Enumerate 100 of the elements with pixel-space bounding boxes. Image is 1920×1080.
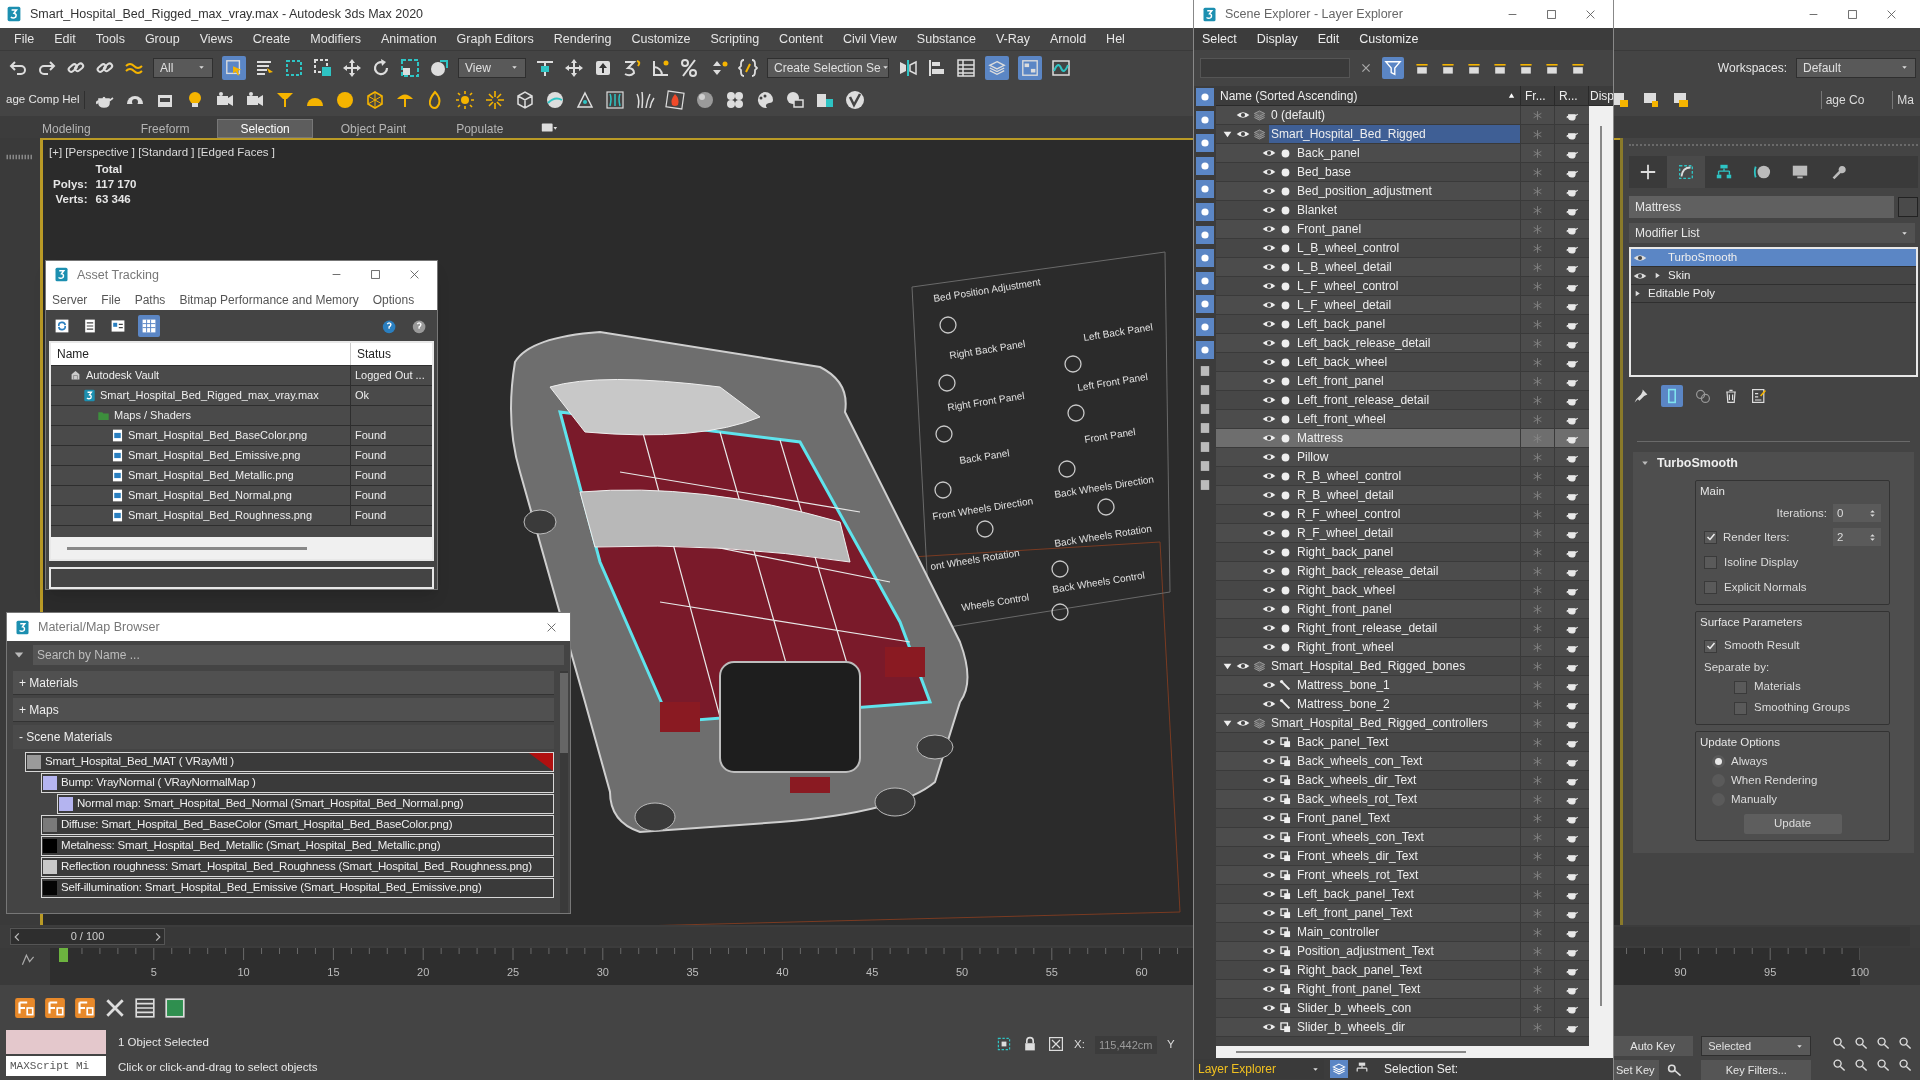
tree-row[interactable]: L_B_wheel_control bbox=[1216, 239, 1589, 258]
menu-item[interactable]: Options bbox=[372, 290, 415, 309]
tree-row[interactable]: Right_back_wheel bbox=[1216, 581, 1589, 600]
set-key-button[interactable]: Set Key bbox=[1612, 1060, 1659, 1080]
key-filters-button[interactable]: Key Filters... bbox=[1701, 1060, 1812, 1080]
tree-row[interactable]: Back_wheels_dir_Text bbox=[1216, 771, 1589, 790]
tree-row[interactable]: Left_back_panel_Text bbox=[1216, 885, 1589, 904]
menu-item[interactable]: Scripting bbox=[700, 29, 770, 49]
asset-name[interactable]: Smart_Hospital_Bed_Metallic.png bbox=[128, 467, 294, 484]
tree-row[interactable]: 0 (default) bbox=[1216, 106, 1589, 125]
tree-row[interactable]: Front_panel_Text bbox=[1216, 809, 1589, 828]
rollout-header[interactable]: TurboSmooth bbox=[1633, 452, 1914, 474]
tree-row[interactable]: Smart_Hospital_Bed_Rigged bbox=[1216, 125, 1589, 144]
maxscript-field[interactable]: MAXScript Mi bbox=[6, 1056, 106, 1076]
tree-row[interactable]: Right_front_release_detail bbox=[1216, 619, 1589, 638]
spinner-field[interactable]: 2 bbox=[1833, 528, 1881, 547]
tree-row[interactable]: Mattress_bone_2 bbox=[1216, 695, 1589, 714]
key-mode-dropdown[interactable]: Selected bbox=[1701, 1036, 1812, 1056]
tree-row[interactable]: Pillow bbox=[1216, 448, 1589, 467]
tree-row[interactable]: Left_back_panel bbox=[1216, 315, 1589, 334]
ribbon-tab[interactable]: Selection bbox=[217, 119, 313, 138]
tree-row[interactable]: Back_panel_Text bbox=[1216, 733, 1589, 752]
asset-name[interactable]: Smart_Hospital_Bed_BaseColor.png bbox=[128, 427, 308, 444]
menu-item[interactable]: File bbox=[4, 29, 45, 49]
menu-item[interactable]: Group bbox=[134, 29, 190, 49]
menu-item[interactable]: Server bbox=[52, 290, 88, 309]
menu-item[interactable]: Content bbox=[769, 29, 833, 49]
tree-row[interactable]: Right_front_wheel bbox=[1216, 638, 1589, 657]
modifier-stack-item[interactable]: Skin bbox=[1631, 267, 1916, 285]
menu-item[interactable]: Arnold bbox=[1039, 29, 1097, 49]
menu-item[interactable]: Civil View bbox=[832, 29, 907, 49]
menu-item[interactable]: Create bbox=[242, 29, 301, 49]
tree-row[interactable]: Bed_position_adjustment bbox=[1216, 182, 1589, 201]
tree-row[interactable]: Left_front_panel_Text bbox=[1216, 904, 1589, 923]
menu-item[interactable]: Views bbox=[189, 29, 243, 49]
tree-row[interactable]: Right_back_panel bbox=[1216, 543, 1589, 562]
menu-item[interactable]: Edit bbox=[44, 29, 86, 49]
tree-row[interactable]: R_F_wheel_detail bbox=[1216, 524, 1589, 543]
tree-row[interactable]: R_F_wheel_control bbox=[1216, 505, 1589, 524]
named-selection-dropdown[interactable]: Create Selection Se bbox=[767, 57, 889, 78]
selection-filter-dropdown[interactable]: All bbox=[153, 57, 213, 78]
tree-row[interactable]: Position_adjustment_Text bbox=[1216, 942, 1589, 961]
tree-row[interactable]: Right_front_panel_Text bbox=[1216, 980, 1589, 999]
modifier-list-dropdown[interactable]: Modifier List bbox=[1629, 223, 1915, 243]
tree-row[interactable]: Smart_Hospital_Bed_Rigged_bones bbox=[1216, 657, 1589, 676]
menu-item[interactable]: File bbox=[101, 290, 121, 309]
tree-row[interactable]: Left_front_release_detail bbox=[1216, 391, 1589, 410]
workspaces-dropdown[interactable]: Default bbox=[1796, 57, 1916, 78]
update-button[interactable]: Update bbox=[1743, 813, 1842, 834]
menu-item[interactable]: V-Ray bbox=[985, 29, 1040, 49]
asset-name[interactable]: Smart_Hospital_Bed_Normal.png bbox=[128, 487, 292, 504]
asset-name[interactable]: Smart_Hospital_Bed_Rigged_max_vray.max bbox=[100, 387, 319, 404]
tree-row[interactable]: Left_front_panel bbox=[1216, 372, 1589, 391]
tree-row[interactable]: L_B_wheel_detail bbox=[1216, 258, 1589, 277]
menu-item[interactable]: Rendering bbox=[543, 29, 622, 49]
menu-item[interactable]: Customize bbox=[1359, 29, 1419, 49]
tree-row[interactable]: Back_wheels_con_Text bbox=[1216, 752, 1589, 771]
menu-item[interactable]: Customize bbox=[621, 29, 701, 49]
tree-row[interactable]: Front_panel bbox=[1216, 220, 1589, 239]
menu-item[interactable]: Modifiers bbox=[300, 29, 371, 49]
asset-name[interactable]: Autodesk Vault bbox=[86, 367, 160, 384]
tree-row[interactable]: Mattress bbox=[1216, 429, 1589, 448]
tree-row[interactable]: Left_back_release_detail bbox=[1216, 334, 1589, 353]
reference-coordinate-dropdown[interactable]: View bbox=[458, 57, 526, 78]
tree-row[interactable]: Left_back_wheel bbox=[1216, 353, 1589, 372]
menu-item[interactable]: Edit bbox=[1317, 29, 1340, 49]
ribbon-tab[interactable]: Freeform bbox=[118, 119, 212, 138]
menu-item[interactable]: Select bbox=[1202, 29, 1237, 49]
modifier-stack-item[interactable]: Editable Poly bbox=[1631, 285, 1916, 303]
tree-row[interactable]: Bed_base bbox=[1216, 163, 1589, 182]
column-header[interactable]: R... bbox=[1555, 86, 1589, 105]
tree-row[interactable]: Right_back_release_detail bbox=[1216, 562, 1589, 581]
object-name-field[interactable]: Mattress bbox=[1629, 196, 1894, 218]
tree-row[interactable]: Slider_b_wheels_con bbox=[1216, 999, 1589, 1018]
tree-row[interactable]: Back_panel bbox=[1216, 144, 1589, 163]
menu-item[interactable]: Tools bbox=[85, 29, 135, 49]
x-coordinate-field[interactable]: 115,442cm bbox=[1094, 1036, 1157, 1054]
tree-row[interactable]: Front_wheels_con_Text bbox=[1216, 828, 1589, 847]
menu-item[interactable]: Bitmap Performance and Memory bbox=[179, 290, 359, 309]
menu-item[interactable]: Graph Editors bbox=[446, 29, 544, 49]
menu-item[interactable]: Paths bbox=[134, 290, 166, 309]
ribbon-tab[interactable]: Populate bbox=[434, 119, 526, 138]
viewport-label[interactable]: [+] [Perspective ] [Standard ] [Edged Faces ] bbox=[49, 144, 275, 162]
menu-item[interactable]: Animation bbox=[371, 29, 447, 49]
tree-row[interactable]: L_F_wheel_control bbox=[1216, 277, 1589, 296]
tree-row[interactable]: Main_controller bbox=[1216, 923, 1589, 942]
ribbon-tab[interactable]: Modeling bbox=[20, 119, 113, 138]
auto-key-button[interactable]: Auto Key bbox=[1612, 1036, 1694, 1056]
column-header[interactable]: Disp bbox=[1589, 86, 1613, 105]
ribbon-tab[interactable]: Object Paint bbox=[318, 119, 429, 138]
asset-name[interactable]: Smart_Hospital_Bed_Roughness.png bbox=[128, 507, 313, 524]
tree-row[interactable]: Front_wheels_dir_Text bbox=[1216, 847, 1589, 866]
tree-row[interactable]: R_B_wheel_control bbox=[1216, 467, 1589, 486]
asset-name[interactable]: Smart_Hospital_Bed_Emissive.png bbox=[128, 447, 301, 464]
tree-row[interactable]: R_B_wheel_detail bbox=[1216, 486, 1589, 505]
group-header[interactable]: + Maps bbox=[13, 698, 554, 722]
group-header[interactable]: - Scene Materials bbox=[13, 725, 554, 749]
tree-row[interactable]: Right_front_panel bbox=[1216, 600, 1589, 619]
tree-row[interactable]: L_F_wheel_detail bbox=[1216, 296, 1589, 315]
menu-item[interactable]: Substance bbox=[906, 29, 986, 49]
